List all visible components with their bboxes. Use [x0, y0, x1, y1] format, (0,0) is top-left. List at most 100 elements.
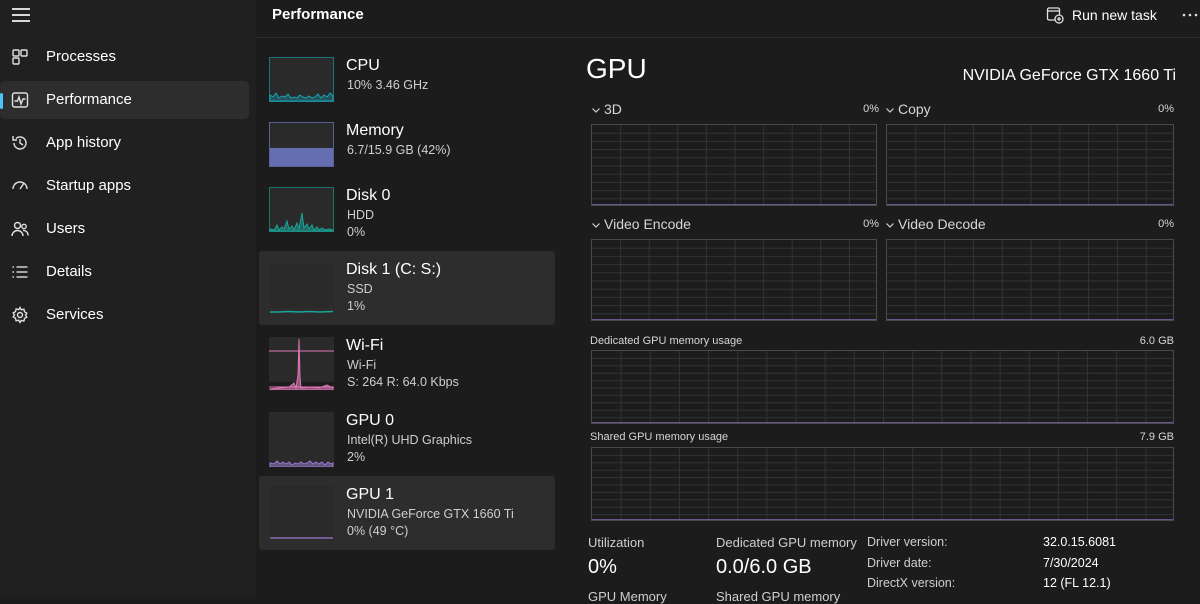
nav-item-details[interactable]: Details	[0, 253, 249, 291]
device-name: GPU 1	[346, 486, 395, 503]
device-name: Disk 1 (C: S:)	[346, 261, 442, 278]
engine-percent: 0%	[1158, 218, 1174, 230]
engine-selector-video-encode[interactable]: Video Encode	[592, 216, 691, 232]
gpu-detail-pane: GPU NVIDIA GeForce GTX 1660 Ti 3D 0% Cop…	[562, 38, 1200, 604]
nav-label: Performance	[46, 91, 132, 108]
device-item-memory[interactable]: Memory 6.7/15.9 GB (42%)	[259, 116, 555, 190]
device-type: Wi-Fi	[347, 358, 377, 372]
utilization-value: 0%	[588, 556, 617, 578]
navigation-pane: Processes Performance App history Startu…	[0, 0, 256, 597]
hamburger-menu-icon[interactable]	[12, 8, 30, 22]
gpu-title: GPU	[586, 53, 647, 84]
device-type: SSD	[347, 282, 373, 296]
device-item-disk-0[interactable]: Disk 0 HDD 0%	[259, 181, 555, 255]
engine-label: Video Encode	[604, 216, 691, 232]
nav-label: Details	[46, 263, 92, 280]
device-name: GPU 0	[346, 412, 395, 429]
chevron-down-icon	[886, 222, 894, 228]
active-indicator	[0, 93, 3, 109]
memory-usage-fill	[270, 148, 333, 166]
gpu-model-name: NVIDIA GeForce GTX 1660 Ti	[962, 67, 1176, 84]
nav-label: Services	[46, 306, 104, 323]
engine-selector-video-decode[interactable]: Video Decode	[886, 216, 986, 232]
run-new-task-label: Run new task	[1072, 7, 1157, 23]
nav-item-startup-apps[interactable]: Startup apps	[0, 167, 249, 205]
run-new-task-button[interactable]: Run new task	[1046, 3, 1157, 27]
chevron-down-icon	[592, 107, 600, 113]
device-throughput: S: 264 R: 64.0 Kbps	[347, 375, 459, 389]
more-icon	[1182, 13, 1198, 17]
engine-selector-3d[interactable]: 3D	[592, 101, 622, 117]
device-name: CPU	[346, 57, 380, 74]
device-item-wifi[interactable]: Wi-Fi Wi-Fi S: 264 R: 64.0 Kbps	[259, 331, 555, 405]
startup-apps-icon	[12, 181, 28, 190]
driver-date-value: 7/30/2024	[1043, 556, 1099, 570]
dedicated-memory-graph-label: Dedicated GPU memory usage	[590, 335, 743, 347]
run-task-icon	[1046, 7, 1064, 24]
device-model: Intel(R) UHD Graphics	[347, 433, 473, 447]
device-item-disk-1[interactable]: Disk 1 (C: S:) SSD 1%	[259, 251, 555, 325]
details-icon	[12, 266, 28, 278]
3d-usage-graph	[591, 124, 877, 206]
dedicated-memory-label: Dedicated GPU memory	[716, 535, 857, 550]
nav-label: Users	[46, 220, 86, 237]
engine-percent: 0%	[863, 103, 879, 115]
driver-version-key: Driver version:	[867, 535, 948, 549]
device-model: NVIDIA GeForce GTX 1660 Ti	[347, 507, 514, 521]
device-item-cpu[interactable]: CPU 10% 3.46 GHz	[259, 51, 555, 125]
device-type: HDD	[347, 208, 375, 222]
device-name: Wi-Fi	[346, 337, 384, 354]
cpu-thumbnail-graph	[269, 57, 334, 102]
nav-item-processes[interactable]: Processes	[0, 38, 249, 76]
gpu-0-thumbnail-graph	[269, 412, 334, 467]
utilization-label: Utilization	[588, 535, 645, 550]
device-usage: 2%	[347, 450, 366, 464]
device-usage: 1%	[347, 299, 366, 313]
nav-item-performance[interactable]: Performance	[0, 81, 249, 119]
device-subtitle: 6.7/15.9 GB (42%)	[347, 143, 451, 157]
disk-0-thumbnail-graph	[269, 187, 334, 232]
dedicated-memory-value: 0.0/6.0 GB	[716, 556, 812, 578]
gpu-1-thumbnail-graph	[269, 486, 334, 540]
device-name: Disk 0	[346, 187, 391, 204]
nav-label: Processes	[46, 48, 117, 65]
dedicated-memory-max: 6.0 GB	[1139, 335, 1174, 347]
chevron-down-icon	[592, 222, 600, 228]
engine-label: 3D	[604, 101, 622, 117]
engine-label: Copy	[898, 101, 931, 117]
app-history-icon	[12, 136, 27, 150]
video-decode-usage-graph	[886, 239, 1174, 321]
device-usage: 0%	[347, 225, 366, 239]
device-name: Memory	[346, 122, 404, 139]
engine-selector-copy[interactable]: Copy	[886, 101, 931, 117]
device-item-gpu-0[interactable]: GPU 0 Intel(R) UHD Graphics 2%	[259, 406, 555, 480]
copy-usage-graph	[886, 124, 1174, 206]
shared-memory-max: 7.9 GB	[1139, 431, 1174, 443]
dedicated-memory-graph	[591, 350, 1174, 424]
processes-icon	[12, 49, 28, 65]
page-title: Performance	[272, 6, 364, 23]
nav-item-app-history[interactable]: App history	[0, 124, 249, 162]
performance-icon	[11, 92, 29, 108]
engine-label: Video Decode	[898, 216, 986, 232]
users-icon	[11, 221, 29, 237]
wifi-thumbnail-graph	[269, 337, 334, 390]
directx-version-key: DirectX version:	[867, 576, 956, 590]
video-encode-usage-graph	[591, 239, 877, 321]
nav-item-users[interactable]: Users	[0, 210, 249, 248]
more-options-button[interactable]	[1180, 5, 1200, 25]
chevron-down-icon	[886, 107, 894, 113]
nav-label: App history	[46, 134, 122, 151]
engine-percent: 0%	[1158, 103, 1174, 115]
device-subtitle: 10% 3.46 GHz	[347, 78, 429, 92]
nav-item-services[interactable]: Services	[0, 296, 249, 334]
engine-percent: 0%	[863, 218, 879, 230]
driver-date-key: Driver date:	[867, 556, 932, 570]
disk-1-thumbnail-graph	[269, 263, 334, 313]
device-item-gpu-1[interactable]: GPU 1 NVIDIA GeForce GTX 1660 Ti 0% (49 …	[259, 476, 555, 550]
driver-version-value: 32.0.15.6081	[1043, 535, 1116, 549]
services-icon	[12, 306, 28, 324]
memory-thumbnail-graph	[269, 122, 334, 167]
device-usage-temp: 0% (49 °C)	[347, 524, 409, 538]
nav-label: Startup apps	[46, 177, 132, 194]
